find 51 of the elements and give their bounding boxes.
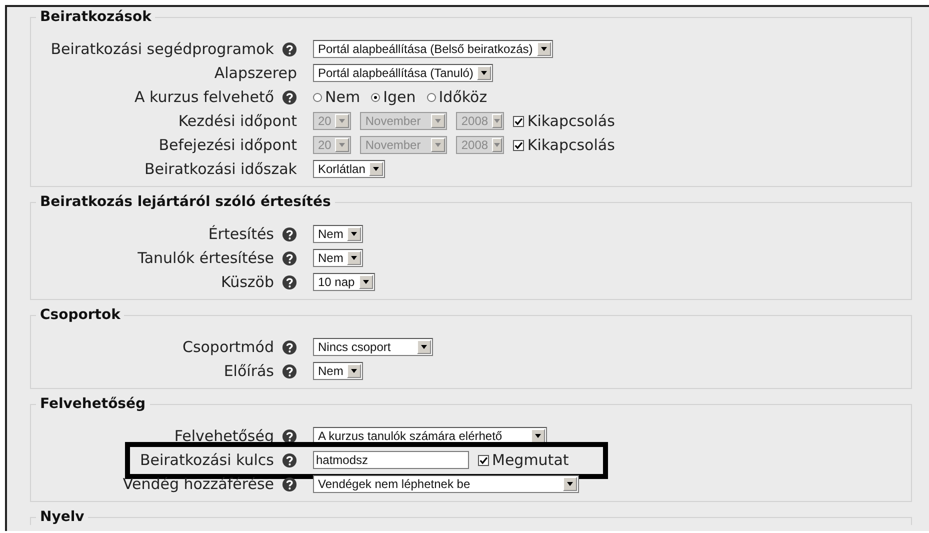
help-icon[interactable]	[282, 250, 297, 266]
field-label: Felvehetőség	[174, 427, 274, 445]
field-label: Beiratkozási kulcs	[140, 451, 274, 469]
section-title: Beiratkozás lejártáról szóló értesítés	[39, 194, 332, 210]
dropdown[interactable]: 10 nap	[313, 273, 375, 291]
checkbox[interactable]	[513, 116, 524, 126]
dropdown[interactable]: Nem	[313, 249, 364, 267]
checkbox[interactable]	[478, 454, 489, 466]
field-label: Küszöb	[221, 273, 274, 291]
checkbox-label: Kikapcsolás	[527, 112, 615, 130]
field-label: Értesítés	[208, 225, 274, 243]
field-label: A kurzus felvehető	[134, 88, 274, 106]
radio-label: Nem	[325, 88, 360, 106]
help-icon[interactable]	[282, 452, 297, 468]
help-icon[interactable]	[282, 274, 297, 290]
dropdown[interactable]: Nem	[313, 225, 364, 243]
checkbox[interactable]	[513, 140, 524, 150]
field-label: Tanulók értesítése	[138, 249, 274, 267]
help-icon[interactable]	[282, 226, 297, 242]
input-field[interactable]: hatmodsz	[313, 451, 469, 469]
dropdown[interactable]: Portál alapbeállítása (Tanuló)	[313, 64, 494, 82]
radio-button[interactable]	[426, 92, 436, 102]
dropdown[interactable]: Vendégek nem léphetnek be	[313, 475, 579, 493]
section-title: Csoportok	[39, 307, 122, 323]
radio-label: Időköz	[438, 88, 488, 106]
dropdown[interactable]: Nincs csoport	[313, 338, 433, 356]
help-icon[interactable]	[282, 90, 297, 104]
field-label: Vendég hozzáférése	[122, 475, 274, 493]
field-label: Csoportmód	[182, 338, 274, 356]
radio-button[interactable]	[371, 92, 380, 102]
checkbox-label: Kikapcsolás	[527, 136, 615, 154]
help-icon[interactable]	[282, 340, 297, 354]
field-label: Beiratkozási segédprogramok	[50, 40, 274, 58]
field-label: Kezdési időpont	[178, 112, 297, 130]
dropdown[interactable]: Korlátlan	[313, 160, 386, 178]
help-icon[interactable]	[282, 428, 297, 444]
dropdown[interactable]: Nem	[313, 362, 364, 380]
radio-button[interactable]	[313, 92, 322, 102]
field-label: Befejezési időpont	[158, 136, 297, 154]
section-title: Nyelv	[39, 509, 86, 525]
section-title: Beiratkozások	[39, 9, 152, 25]
field-label: Előírás	[224, 362, 274, 380]
section-title: Felvehetőség	[39, 396, 147, 412]
radio-label: Igen	[383, 88, 416, 106]
help-icon[interactable]	[282, 476, 297, 492]
field-label: Beiratkozási időszak	[144, 160, 297, 178]
dropdown[interactable]: Portál alapbeállítása (Belső beiratkozás)	[313, 40, 553, 58]
checkbox-label: Megmutat	[492, 451, 569, 469]
help-icon[interactable]	[282, 364, 297, 378]
help-icon[interactable]	[282, 42, 297, 56]
field-label: Alapszerep	[214, 64, 297, 82]
